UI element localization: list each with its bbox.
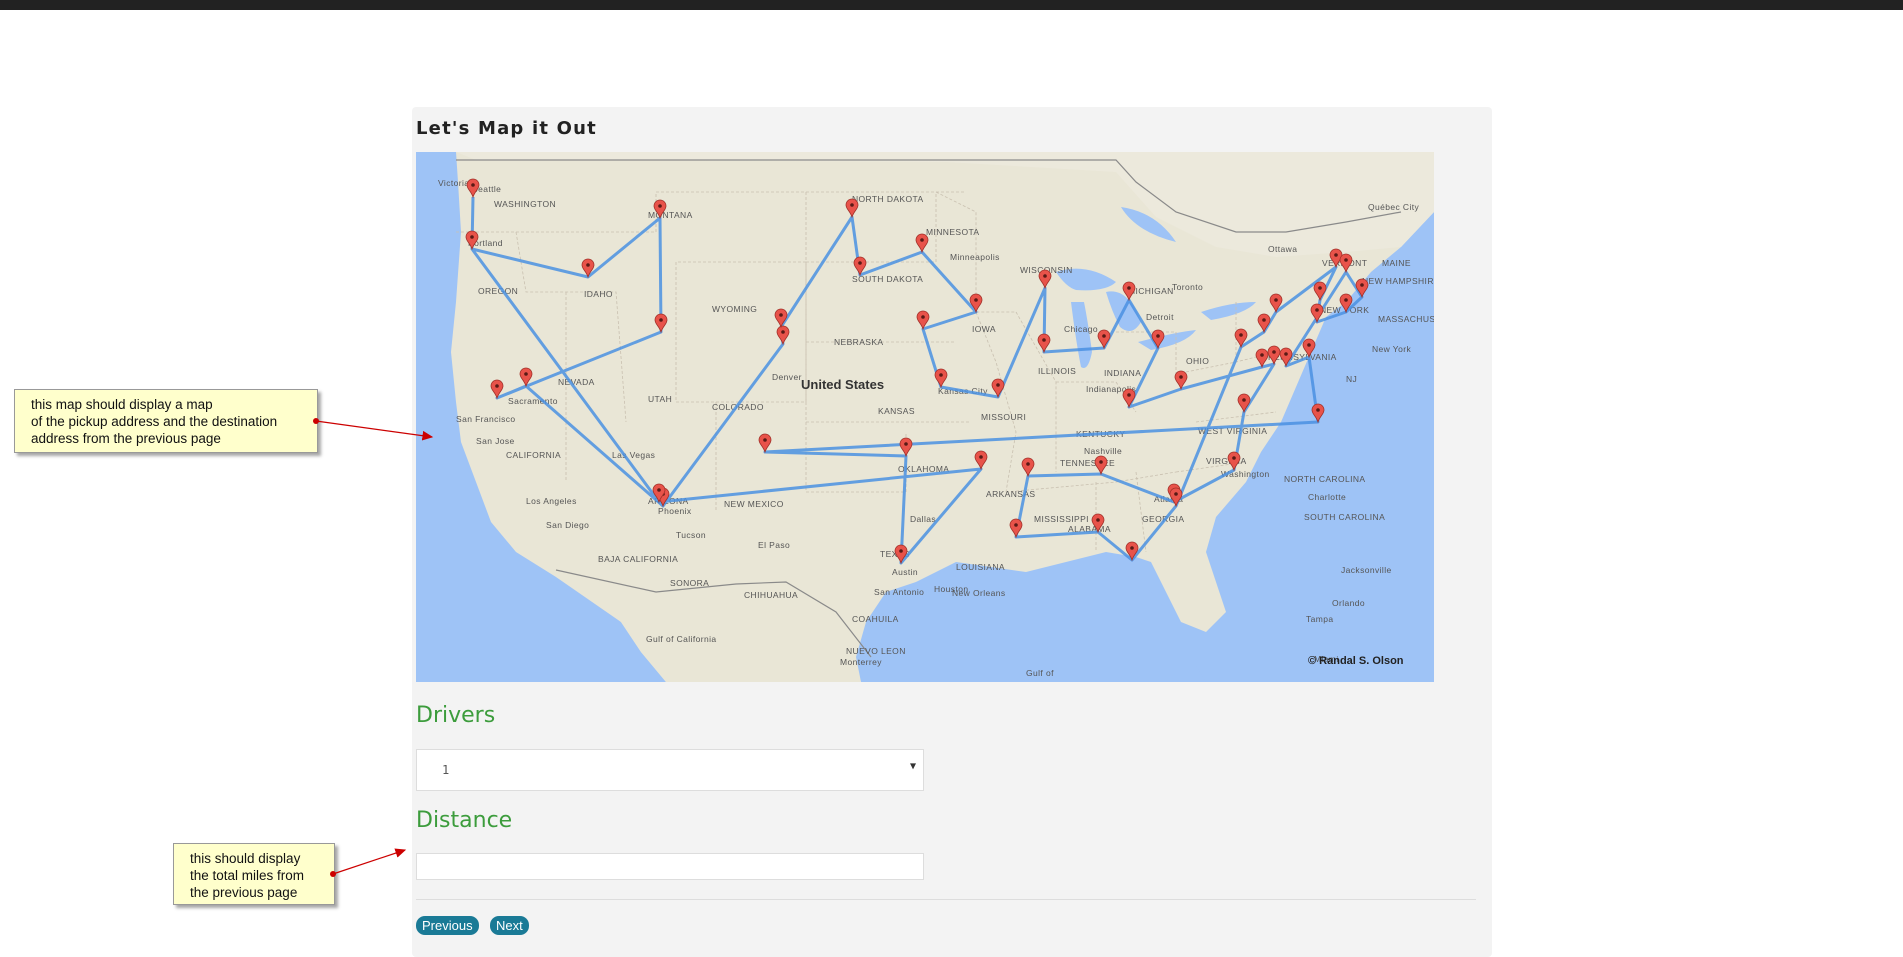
map-label: NEW HAMPSHIRE bbox=[1362, 276, 1434, 286]
map-label: Tucson bbox=[676, 530, 706, 540]
map-label: CHIHUAHUA bbox=[744, 590, 798, 600]
map-label: Ottawa bbox=[1268, 244, 1297, 254]
distance-annotation-arrow bbox=[332, 848, 407, 875]
map-label: VIRGINIA bbox=[1206, 456, 1247, 466]
map-label: New York bbox=[1372, 344, 1411, 354]
map-label: UTAH bbox=[648, 394, 672, 404]
map-label: INDIANA bbox=[1104, 368, 1141, 378]
map-label: NORTH CAROLINA bbox=[1284, 474, 1365, 484]
map-label: Denver bbox=[772, 372, 802, 382]
map-label: Detroit bbox=[1146, 312, 1174, 322]
map-label: NEBRASKA bbox=[834, 337, 884, 347]
map-label: OHIO bbox=[1186, 356, 1209, 366]
map-label: San Antonio bbox=[874, 587, 924, 597]
map-label: CALIFORNIA bbox=[506, 450, 561, 460]
map-label: LOUISIANA bbox=[956, 562, 1005, 572]
map-label: Jacksonville bbox=[1341, 565, 1392, 575]
map-label: ARKANSAS bbox=[986, 489, 1036, 499]
map-label: MAINE bbox=[1382, 258, 1411, 268]
map-canvas[interactable]: VictoriaSeattleWASHINGTONPortlandOREGON I… bbox=[416, 152, 1434, 682]
map-label: MISSOURI bbox=[981, 412, 1026, 422]
country-label: United States bbox=[801, 377, 884, 392]
map-label: Gulf of bbox=[1026, 668, 1054, 678]
map-label: Monterrey bbox=[840, 657, 882, 667]
map-label: San Jose bbox=[476, 436, 515, 446]
route-map[interactable]: Victoria Seattle WASHINGTON Portland OREGON I… bbox=[416, 152, 1434, 682]
map-attribution: © Randal S. Olson bbox=[1308, 655, 1404, 667]
map-label: El Paso bbox=[758, 540, 790, 550]
previous-button[interactable]: Previous bbox=[416, 916, 479, 935]
map-label: Victoria bbox=[438, 178, 469, 188]
map-label: Toronto bbox=[1172, 282, 1203, 292]
map-label: IDAHO bbox=[584, 289, 613, 299]
page-title: Let's Map it Out bbox=[416, 118, 597, 139]
distance-annotation-note: this should display the total miles from… bbox=[173, 843, 335, 905]
map-label: Houston bbox=[934, 584, 968, 594]
map-label: NJ bbox=[1346, 374, 1357, 384]
map-label: Chicago bbox=[1064, 324, 1098, 334]
map-label: MINNESOTA bbox=[926, 227, 980, 237]
distance-label: Distance bbox=[416, 808, 513, 833]
map-label: Nashville bbox=[1084, 446, 1122, 456]
map-label: Minneapolis bbox=[950, 252, 1000, 262]
map-label: SOUTH CAROLINA bbox=[1304, 512, 1385, 522]
map-label: WYOMING bbox=[712, 304, 757, 314]
map-annotation-note: this map should display a map of the pic… bbox=[14, 389, 318, 453]
map-label: KANSAS bbox=[878, 406, 915, 416]
map-label: Phoenix bbox=[658, 506, 692, 516]
divider bbox=[416, 899, 1476, 900]
map-label: Austin bbox=[892, 567, 918, 577]
map-label: Gulf of California bbox=[646, 634, 717, 644]
map-label: OREGON bbox=[478, 286, 518, 296]
map-label: MISSISSIPPI bbox=[1034, 514, 1089, 524]
map-label: Charlotte bbox=[1308, 492, 1346, 502]
map-label: Tampa bbox=[1306, 614, 1334, 624]
distance-input[interactable] bbox=[416, 853, 924, 880]
map-label: MONTANA bbox=[648, 210, 693, 220]
map-label: Dallas bbox=[910, 514, 936, 524]
map-label: Québec City bbox=[1368, 202, 1420, 212]
chevron-down-icon: ▼ bbox=[909, 761, 916, 772]
map-label: IOWA bbox=[972, 324, 996, 334]
top-bar bbox=[0, 0, 1903, 10]
map-label: Sacramento bbox=[508, 396, 558, 406]
map-label: COAHUILA bbox=[852, 614, 899, 624]
next-button[interactable]: Next bbox=[490, 916, 529, 935]
map-label: NEW MEXICO bbox=[724, 499, 784, 509]
map-label: Orlando bbox=[1332, 598, 1365, 608]
drivers-label: Drivers bbox=[416, 703, 496, 728]
map-label: San Diego bbox=[546, 520, 589, 530]
map-pin-icon bbox=[1355, 278, 1369, 299]
map-label: NEVADA bbox=[558, 377, 595, 387]
map-label: NUEVO LEON bbox=[846, 646, 906, 656]
drivers-selected-value: 1 bbox=[442, 763, 450, 777]
map-label: WASHINGTON bbox=[494, 199, 556, 209]
map-label: Las Vegas bbox=[612, 450, 655, 460]
map-label: ILLINOIS bbox=[1038, 366, 1076, 376]
drivers-select[interactable]: 1 ▼ bbox=[416, 749, 924, 791]
map-label: SONORA bbox=[670, 578, 709, 588]
map-label: NORTH DAKOTA bbox=[852, 194, 924, 204]
map-label: BAJA CALIFORNIA bbox=[598, 554, 678, 564]
map-label: Los Angeles bbox=[526, 496, 577, 506]
map-label: MASSACHUSETTS bbox=[1378, 314, 1434, 324]
map-pin-icon bbox=[1311, 403, 1325, 424]
map-label: San Francisco bbox=[456, 414, 516, 424]
